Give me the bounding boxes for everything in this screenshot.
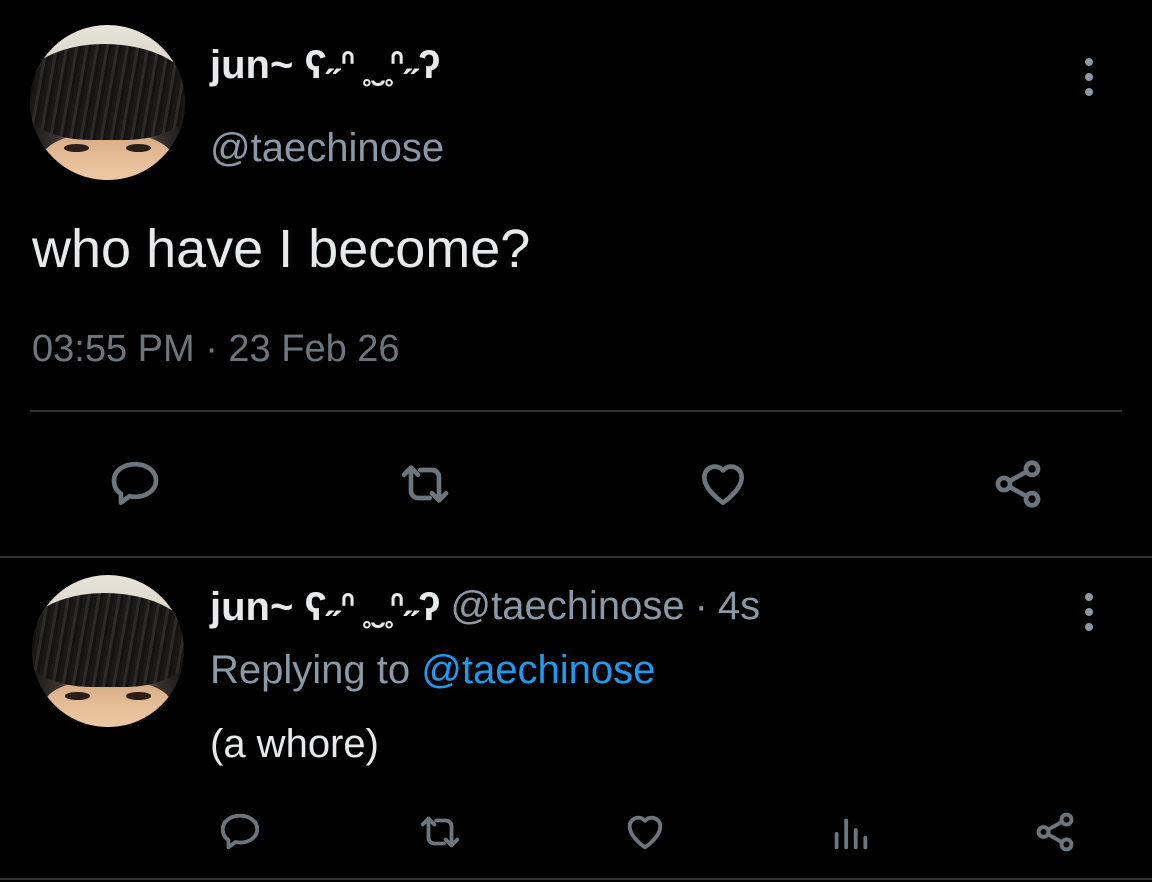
like-icon	[702, 464, 744, 505]
retweet-button[interactable]	[410, 802, 470, 862]
tweet-text: (a whore)	[210, 722, 379, 766]
reply-button[interactable]	[210, 802, 270, 862]
user-handle[interactable]: @taechinose	[451, 584, 685, 630]
display-name[interactable]: jun~ ʕ˶ᐢ ̥ ̮ ̥ᐢ˶ʔ	[210, 42, 441, 88]
retweet-icon	[401, 465, 449, 503]
reply-button[interactable]	[95, 448, 175, 520]
tweet-text: who have I become?	[32, 219, 531, 279]
analytics-button[interactable]	[820, 802, 880, 862]
user-handle[interactable]: @taechinose	[210, 126, 444, 171]
share-icon	[995, 460, 1041, 508]
retweet-button[interactable]	[385, 448, 465, 520]
replying-to-label: Replying to	[210, 648, 411, 692]
more-options-icon[interactable]	[1077, 593, 1101, 631]
tweet-timestamp[interactable]: 03:55 PM · 23 Feb 26	[32, 328, 400, 371]
avatar[interactable]	[30, 25, 185, 180]
like-button[interactable]	[683, 448, 763, 520]
divider	[30, 410, 1122, 412]
retweet-icon	[420, 816, 460, 848]
share-button[interactable]	[1025, 802, 1085, 862]
like-icon	[627, 815, 663, 850]
analytics-icon	[834, 818, 868, 850]
replying-to-handle[interactable]: @taechinose	[421, 648, 655, 692]
display-name[interactable]: jun~ ʕ˶ᐢ ̥ ̮ ̥ᐢ˶ʔ	[210, 584, 441, 630]
share-button[interactable]	[978, 448, 1058, 520]
like-button[interactable]	[615, 802, 675, 862]
share-icon	[1036, 812, 1074, 852]
avatar[interactable]	[32, 575, 184, 727]
reply-icon	[111, 461, 159, 505]
divider	[0, 556, 1152, 558]
time-ago[interactable]: 4s	[718, 584, 760, 630]
replying-to: Replying to @taechinose	[210, 648, 655, 693]
divider	[0, 878, 1152, 880]
reply-header: jun~ ʕ˶ᐢ ̥ ̮ ̥ᐢ˶ʔ @taechinose · 4s	[210, 584, 760, 630]
separator: ·	[694, 584, 708, 628]
more-options-icon[interactable]	[1077, 58, 1101, 96]
reply-icon	[220, 813, 260, 850]
